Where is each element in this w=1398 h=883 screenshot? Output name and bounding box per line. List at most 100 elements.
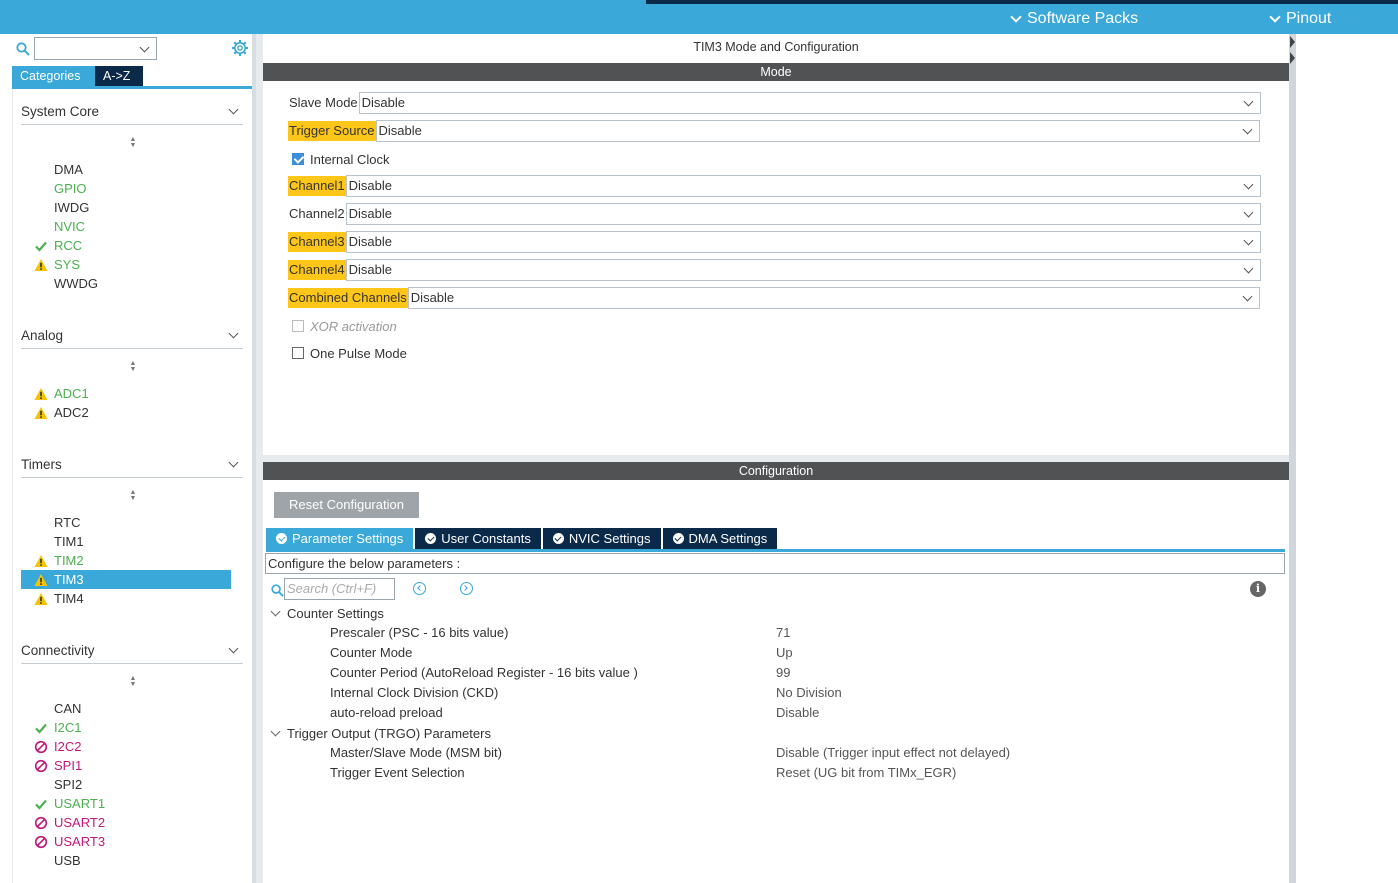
tab-user-constants[interactable]: User Constants (415, 528, 541, 549)
main-panel: TIM3 Mode and Configuration Mode Slave M… (263, 34, 1289, 883)
internal-clock-row[interactable]: Internal Clock (292, 151, 389, 167)
xor-activation-checkbox (292, 320, 304, 332)
parameter-search-input[interactable]: Search (Ctrl+F) (284, 578, 395, 600)
internal-clock-checkbox[interactable] (292, 153, 304, 165)
list-item[interactable]: RTC (21, 513, 231, 532)
tab-a-z[interactable]: A->Z (95, 66, 143, 86)
channel4-label: Channel4 (288, 260, 346, 280)
section-splitter[interactable] (263, 455, 1289, 462)
sort-arrows-icon[interactable]: ▲ ▼ (129, 136, 137, 149)
list-item[interactable]: USB (21, 851, 231, 870)
category-title: Analog (21, 328, 64, 343)
peripheral-search-combo[interactable] (34, 37, 157, 60)
category-header[interactable]: System Core (21, 99, 243, 125)
channel3-select[interactable]: Disable (345, 231, 1261, 253)
table-row[interactable]: auto-reload preload Disable (263, 703, 1283, 723)
item-label: USART2 (54, 815, 106, 830)
list-item[interactable]: NVIC (21, 217, 231, 236)
collapse-arrow-icon[interactable] (1290, 52, 1295, 64)
param-name: Master/Slave Mode (MSM bit) (330, 745, 502, 760)
gear-icon[interactable] (231, 39, 249, 57)
check-icon (35, 799, 47, 810)
next-match-icon[interactable] (460, 582, 473, 595)
list-item[interactable]: IWDG (21, 198, 231, 217)
one-pulse-mode-row[interactable]: One Pulse Mode (292, 345, 407, 361)
list-item[interactable]: TIM1 (21, 532, 231, 551)
table-row[interactable]: Master/Slave Mode (MSM bit) Disable (Tri… (263, 743, 1283, 763)
trigger-source-row: Trigger Source Disable (288, 120, 1260, 142)
slave-mode-label: Slave Mode (289, 95, 358, 110)
combined-channels-select[interactable]: Disable (407, 287, 1260, 309)
list-item[interactable]: ADC2 (21, 403, 231, 422)
chevron-down-icon (228, 328, 239, 339)
list-item[interactable]: DMA (21, 160, 231, 179)
select-value: Disable (348, 234, 393, 249)
group-title: Trigger Output (TRGO) Parameters (287, 725, 491, 741)
list-item[interactable]: I2C2 (21, 737, 231, 756)
param-value: No Division (776, 685, 842, 700)
list-item[interactable]: CAN (21, 699, 231, 718)
list-item[interactable]: GPIO (21, 179, 231, 198)
category-list: System Core ▲ ▼ DMA GPIO IWDG NVIC RCC SY… (12, 89, 253, 883)
chevron-down-icon (1010, 11, 1022, 23)
reset-configuration-button[interactable]: Reset Configuration (274, 492, 419, 518)
category-system-core: System Core ▲ ▼ DMA GPIO IWDG NVIC RCC SY… (21, 99, 243, 291)
table-row[interactable]: Internal Clock Division (CKD) No Divisio… (263, 683, 1283, 703)
check-icon (35, 723, 47, 734)
channel1-select[interactable]: Disable (345, 175, 1261, 197)
list-item[interactable]: SPI1 (21, 756, 231, 775)
select-value: Disable (348, 262, 393, 277)
trgo-parameters-group[interactable]: Trigger Output (TRGO) Parameters (270, 723, 491, 743)
list-item[interactable]: TIM4 (21, 589, 231, 608)
list-item[interactable]: TIM2 (21, 551, 231, 570)
channel2-select[interactable]: Disable (345, 203, 1261, 225)
sort-arrows-icon[interactable]: ▲ ▼ (129, 489, 137, 502)
trigger-source-select[interactable]: Disable (375, 120, 1260, 142)
top-bar: Software Packs Pinout (0, 0, 1398, 34)
list-item-selected[interactable]: TIM3 (21, 570, 231, 589)
tab-categories[interactable]: Categories (12, 66, 95, 86)
previous-match-icon[interactable] (413, 582, 426, 595)
table-row[interactable]: Counter Mode Up (263, 643, 1283, 663)
list-item[interactable]: RCC (21, 236, 231, 255)
category-header[interactable]: Analog (21, 323, 243, 349)
blocked-icon (34, 740, 48, 754)
table-row[interactable]: Counter Period (AutoReload Register - 16… (263, 663, 1283, 683)
channel4-select[interactable]: Disable (345, 259, 1261, 281)
list-item[interactable]: WWDG (21, 274, 231, 293)
tab-parameter-settings[interactable]: Parameter Settings (266, 528, 414, 549)
sort-arrows-icon[interactable]: ▲ ▼ (129, 675, 137, 688)
category-header[interactable]: Connectivity (21, 638, 243, 664)
list-item[interactable]: I2C1 (21, 718, 231, 737)
panel-splitter[interactable] (256, 34, 263, 883)
right-collapse-strip[interactable] (1289, 34, 1296, 883)
tab-dma-settings[interactable]: DMA Settings (662, 528, 778, 549)
list-item[interactable]: USART1 (21, 794, 231, 813)
chevron-down-icon (1243, 235, 1254, 246)
category-header[interactable]: Timers (21, 452, 243, 478)
software-packs-menu[interactable]: Software Packs (1010, 8, 1138, 30)
param-name: Trigger Event Selection (330, 765, 465, 780)
list-item[interactable]: USART2 (21, 813, 231, 832)
item-label: SPI2 (54, 777, 83, 792)
one-pulse-mode-checkbox[interactable] (292, 347, 304, 359)
config-tab-underline (266, 549, 1285, 552)
tab-nvic-settings[interactable]: NVIC Settings (542, 528, 661, 549)
chevron-down-icon (228, 643, 239, 654)
blocked-icon (34, 759, 48, 773)
list-item[interactable]: SYS (21, 255, 231, 274)
search-icon[interactable] (16, 42, 30, 56)
counter-settings-group[interactable]: Counter Settings (270, 603, 384, 623)
slave-mode-select[interactable]: Disable (358, 92, 1261, 114)
sort-arrows-icon[interactable]: ▲ ▼ (129, 360, 137, 373)
chevron-down-icon (1269, 11, 1281, 23)
table-row[interactable]: Prescaler (PSC - 16 bits value) 71 (263, 623, 1283, 643)
pinout-menu[interactable]: Pinout (1269, 8, 1331, 30)
table-row[interactable]: Trigger Event Selection Reset (UG bit fr… (263, 763, 1283, 783)
list-item[interactable]: USART3 (21, 832, 231, 851)
list-item[interactable]: ADC1 (21, 384, 231, 403)
list-item[interactable]: SPI2 (21, 775, 231, 794)
warning-icon (34, 593, 48, 605)
collapse-arrow-icon[interactable] (1290, 36, 1295, 48)
info-icon[interactable]: i (1250, 581, 1266, 597)
